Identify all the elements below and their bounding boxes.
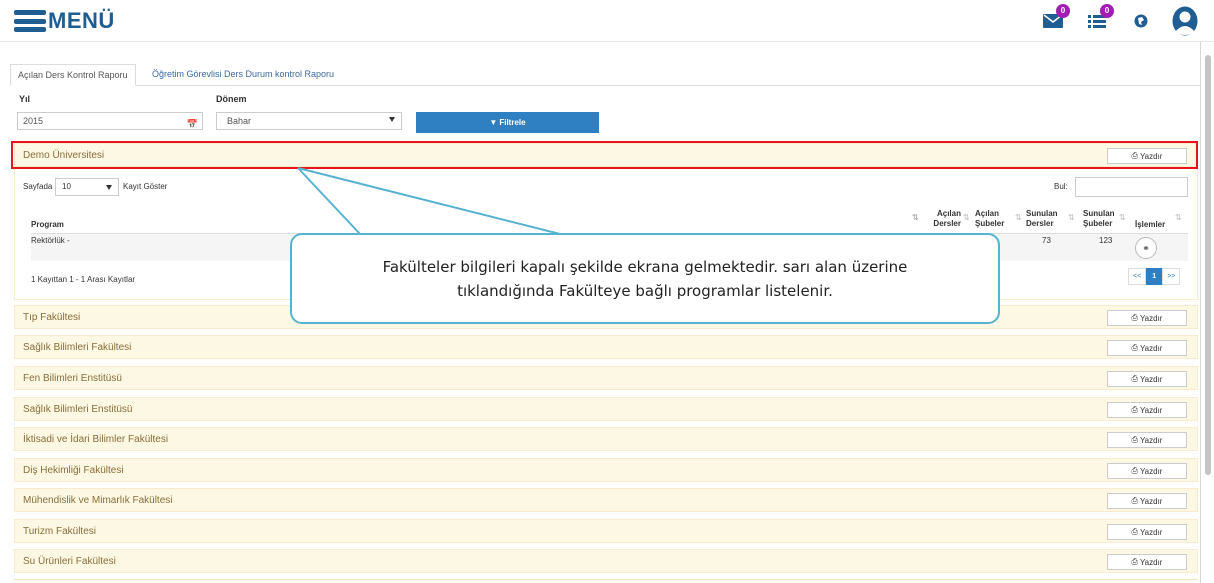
callout-annotation: Fakülteler bilgileri kapalı şekilde ekra… <box>290 233 1000 324</box>
callout-line-2: tıklandığında Fakülteye bağlı programlar… <box>457 281 833 300</box>
callout-line-1: Fakülteler bilgileri kapalı şekilde ekra… <box>382 257 908 276</box>
